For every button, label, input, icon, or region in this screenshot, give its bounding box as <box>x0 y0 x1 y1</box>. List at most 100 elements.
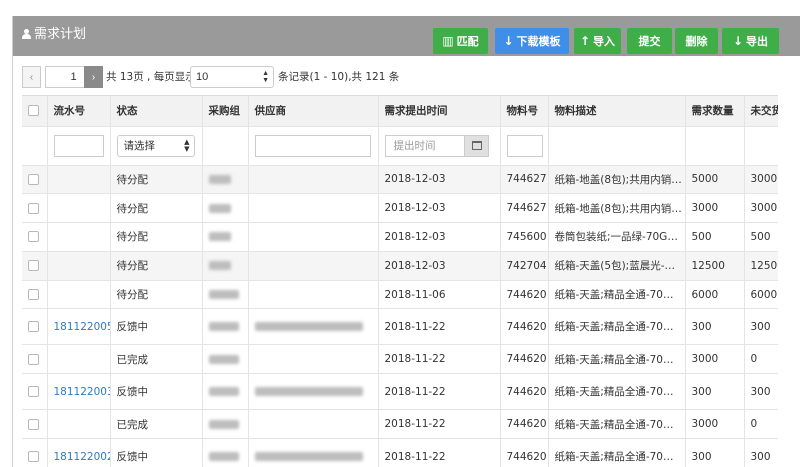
status-cell: 反馈中 <box>110 438 203 467</box>
status-cell: 待分配 <box>110 165 203 195</box>
table-row[interactable]: 181122005 反馈中 2018-11-22 744620 纸箱-天盖;精品… <box>22 308 778 346</box>
row-checkbox[interactable] <box>28 451 39 463</box>
calendar-icon <box>471 140 482 150</box>
row-checkbox[interactable] <box>28 231 39 243</box>
purchase-group-cell <box>202 193 249 224</box>
serial-link[interactable]: 181122005 <box>54 321 110 333</box>
desc-cell: 纸箱-地盖(8包);共用内销… <box>548 193 686 224</box>
qty-cell: 12500 <box>685 251 745 281</box>
select-all-checkbox[interactable] <box>28 105 39 117</box>
col-purchase-group[interactable]: 采购组 <box>202 96 249 127</box>
serial-link[interactable]: 181122003 <box>54 386 110 398</box>
calendar-button[interactable] <box>463 135 488 156</box>
supplier-cell <box>248 373 379 411</box>
purchase-group-cell <box>202 222 249 252</box>
table-row[interactable]: 待分配 2018-12-03 745600 卷筒包装纸;一品绿-70G… 500… <box>22 222 778 252</box>
chevron-left-icon: ‹ <box>29 71 34 83</box>
table-row[interactable]: 181122002 反馈中 2018-11-22 744620 纸箱-天盖;精品… <box>22 438 778 467</box>
supplier-cell <box>248 280 379 310</box>
prev-page-button[interactable]: ‹ <box>22 66 41 88</box>
serial-cell: 181122003 <box>47 373 111 411</box>
desc-cell: 纸箱-天盖;精品全通-70… <box>548 438 686 467</box>
row-checkbox[interactable] <box>28 173 39 185</box>
filter-row: 请选择 ▲ ▼ 提出时间 <box>22 126 778 166</box>
down-arrow-icon: ↓ <box>732 34 744 48</box>
desc-cell: 纸箱-地盖(8包);共用内销… <box>548 165 686 195</box>
desc-cell: 纸箱-天盖;精品全通-70… <box>548 344 686 375</box>
table-row[interactable]: 181122003 反馈中 2018-11-22 744620 纸箱-天盖;精品… <box>22 373 778 411</box>
date-cell: 2018-12-03 <box>378 165 501 195</box>
supplier-cell <box>248 409 379 440</box>
col-qty[interactable]: 需求数量 <box>685 96 745 127</box>
serial-link[interactable]: 181122002 <box>54 451 110 463</box>
col-serial[interactable]: 流水号 <box>47 96 111 127</box>
col-supplier[interactable]: 供应商 <box>248 96 379 127</box>
col-material-no[interactable]: 物料号 <box>500 96 549 127</box>
material-cell: 744620 <box>500 344 549 375</box>
select-all-cell <box>22 96 48 127</box>
col-status[interactable]: 状态 <box>110 96 203 127</box>
export-button[interactable]: ↓ 导出 <box>722 28 779 54</box>
material-cell: 744620 <box>500 308 549 346</box>
col-material-desc[interactable]: 物料描述 <box>548 96 686 127</box>
material-filter-input[interactable] <box>506 134 543 157</box>
col-undelivered[interactable]: 未交货 <box>744 96 778 127</box>
serial-cell: 181122005 <box>47 308 111 346</box>
status-cell: 待分配 <box>110 222 203 252</box>
delete-button[interactable]: 删除 <box>675 28 718 54</box>
match-button[interactable]: ▥ 匹配 <box>433 28 488 54</box>
status-cell: 反馈中 <box>110 373 203 411</box>
purchase-group-cell <box>202 438 249 467</box>
table-row[interactable]: 待分配 2018-12-03 744627 纸箱-地盖(8包);共用内销… 30… <box>22 193 778 224</box>
redacted-text <box>208 261 231 271</box>
redacted-text <box>254 322 363 332</box>
material-cell: 744627 <box>500 193 549 224</box>
col-request-time[interactable]: 需求提出时间 <box>378 96 501 127</box>
table-header-row: 流水号 状态 采购组 供应商 需求提出时间 物料号 物料描述 需求数量 未交货 <box>22 96 778 127</box>
status-filter-select[interactable]: 请选择 ▲ ▼ <box>116 134 195 157</box>
undelivered-cell: 12500 <box>744 251 778 281</box>
row-checkbox[interactable] <box>28 386 39 398</box>
row-checkbox[interactable] <box>28 202 39 214</box>
table-row[interactable]: 待分配 2018-11-06 744620 纸箱-天盖;精品全通-70… 600… <box>22 280 778 310</box>
panel-title: 需求计划 <box>22 23 86 42</box>
import-button[interactable]: ↑ 导入 <box>574 28 621 54</box>
row-checkbox[interactable] <box>28 289 39 301</box>
bar-chart-icon: ▥ <box>442 34 454 48</box>
serial-cell <box>47 251 111 281</box>
serial-filter-input[interactable] <box>53 134 104 157</box>
serial-cell: 181122002 <box>47 438 111 467</box>
purchase-group-cell <box>202 409 249 440</box>
panel-title-text: 需求计划 <box>34 27 87 42</box>
undelivered-cell: 500 <box>744 222 778 252</box>
material-cell: 742704 <box>500 251 549 281</box>
qty-cell: 5000 <box>685 165 745 195</box>
date-filter-input[interactable]: 提出时间 <box>384 134 489 157</box>
download-template-button[interactable]: ↓ 下载模板 <box>495 28 569 54</box>
supplier-cell <box>248 308 379 346</box>
serial-cell <box>47 280 111 310</box>
supplier-filter-input[interactable] <box>254 134 371 157</box>
row-checkbox[interactable] <box>28 418 39 430</box>
table-row[interactable]: 已完成 2018-11-22 744620 纸箱-天盖;精品全通-70… 300… <box>22 409 778 440</box>
status-cell: 已完成 <box>110 344 203 375</box>
date-cell: 2018-11-22 <box>378 409 501 440</box>
table-row[interactable]: 待分配 2018-12-03 744627 纸箱-地盖(8包);共用内销… 50… <box>22 165 778 195</box>
date-cell: 2018-11-22 <box>378 308 501 346</box>
row-checkbox[interactable] <box>28 260 39 272</box>
next-page-button[interactable]: › <box>84 66 103 88</box>
material-cell: 744620 <box>500 438 549 467</box>
desc-cell: 纸箱-天盖;精品全通-70… <box>548 373 686 411</box>
pages-text: 共 13页 , 每页显示 <box>106 71 196 83</box>
redacted-text <box>208 232 231 242</box>
status-cell: 已完成 <box>110 409 203 440</box>
page-size-select[interactable]: 10 ▲ ▼ <box>190 66 274 88</box>
row-checkbox[interactable] <box>28 321 39 333</box>
table-row[interactable]: 待分配 2018-12-03 742704 纸箱-天盖(5包);蓝晨光-… 12… <box>22 251 778 281</box>
desc-cell: 纸箱-天盖(5包);蓝晨光-… <box>548 251 686 281</box>
row-checkbox[interactable] <box>28 353 39 365</box>
undelivered-cell: 3000 <box>744 193 778 224</box>
table-row[interactable]: 已完成 2018-11-22 744620 纸箱-天盖;精品全通-70… 300… <box>22 344 778 375</box>
submit-button[interactable]: 提交 <box>627 28 672 54</box>
desc-cell: 纸箱-天盖;精品全通-70… <box>548 308 686 346</box>
